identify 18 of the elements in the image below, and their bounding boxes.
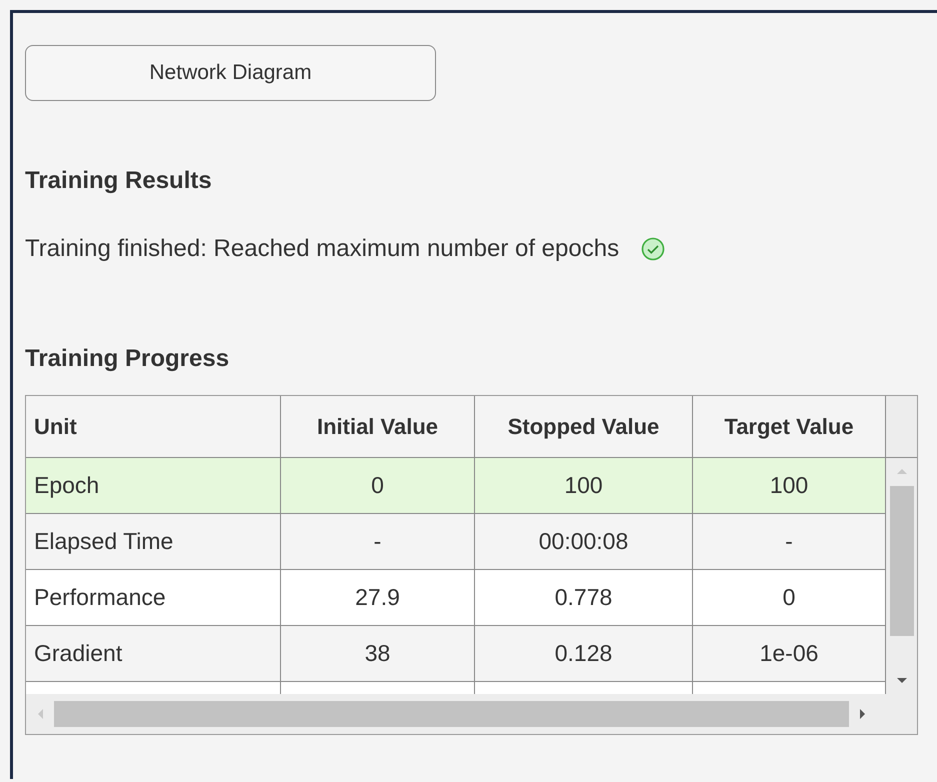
section-heading: Training Results — [25, 167, 213, 195]
scroll-down-icon[interactable] — [894, 676, 908, 686]
scroll-up-icon[interactable] — [894, 466, 908, 476]
table-row[interactable]: Elapsed Time - 00:00:08 - — [26, 514, 886, 570]
status-message: Training finished: Reached maximum number of epochs — [25, 235, 620, 263]
table-row[interactable]: Epoch 0 100 100 — [26, 458, 886, 514]
scroll-left-icon[interactable] — [36, 707, 46, 721]
column-header: Target Value — [693, 396, 886, 458]
column-header: Initial Value — [281, 396, 475, 458]
column-header: Stopped Value — [475, 396, 693, 458]
table-row[interactable]: Gradient 38 0.128 1e-06 — [26, 626, 886, 682]
column-header: Unit — [26, 396, 281, 458]
scrollbar-thumb[interactable] — [890, 486, 914, 636]
section-heading: Training Progress — [25, 345, 230, 373]
network-diagram-button[interactable]: Network Diagram — [25, 45, 436, 101]
scrollbar-thumb[interactable] — [54, 701, 849, 727]
table-row[interactable]: Performance 27.9 0.778 0 — [26, 570, 886, 626]
scroll-right-icon[interactable] — [857, 707, 867, 721]
